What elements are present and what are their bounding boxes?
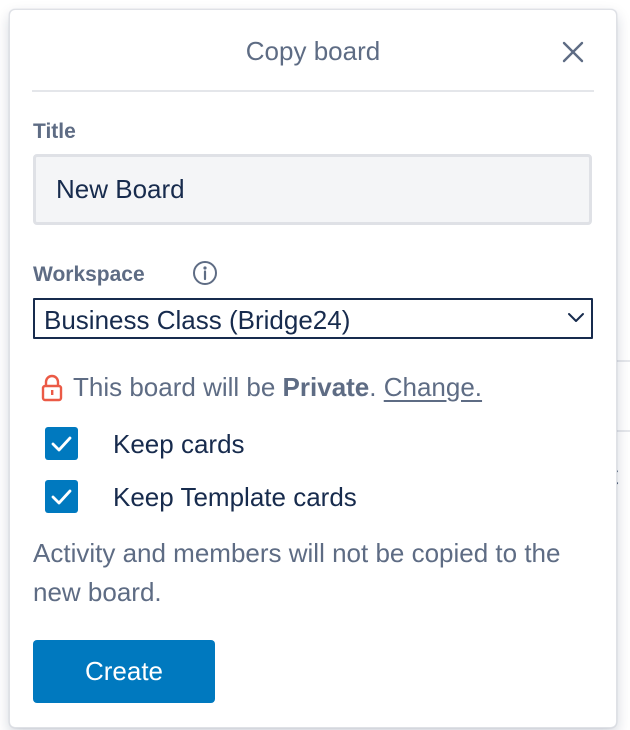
lock-icon [41, 374, 63, 402]
chevron-down-icon [567, 310, 585, 326]
keep-template-cards-label[interactable]: Keep Template cards [113, 482, 357, 513]
privacy-prefix: This board will be [73, 372, 283, 402]
privacy-suffix: . [369, 372, 384, 402]
copy-board-popover: Copy board Title Workspace Business Clas… [9, 9, 617, 728]
title-input[interactable] [33, 154, 592, 225]
info-icon[interactable] [192, 260, 218, 286]
title-label: Title [33, 120, 76, 143]
close-icon[interactable] [559, 38, 587, 66]
workspace-select[interactable]: Business Class (Bridge24) [33, 298, 593, 339]
keep-cards-checkbox[interactable] [45, 427, 78, 460]
copy-note: Activity and members will not be copied … [33, 538, 561, 607]
create-button[interactable]: Create [33, 640, 215, 703]
workspace-label: Workspace [33, 263, 145, 286]
popover-title: Copy board [245, 36, 381, 66]
workspace-selected-value: Business Class (Bridge24) [44, 305, 351, 335]
privacy-notice: This board will be Private. Change. [73, 372, 482, 403]
keep-template-cards-checkbox[interactable] [45, 480, 78, 513]
change-privacy-link[interactable]: Change. [384, 372, 482, 402]
header-divider [32, 90, 594, 92]
keep-cards-label[interactable]: Keep cards [113, 429, 245, 460]
privacy-level: Private [282, 372, 370, 402]
